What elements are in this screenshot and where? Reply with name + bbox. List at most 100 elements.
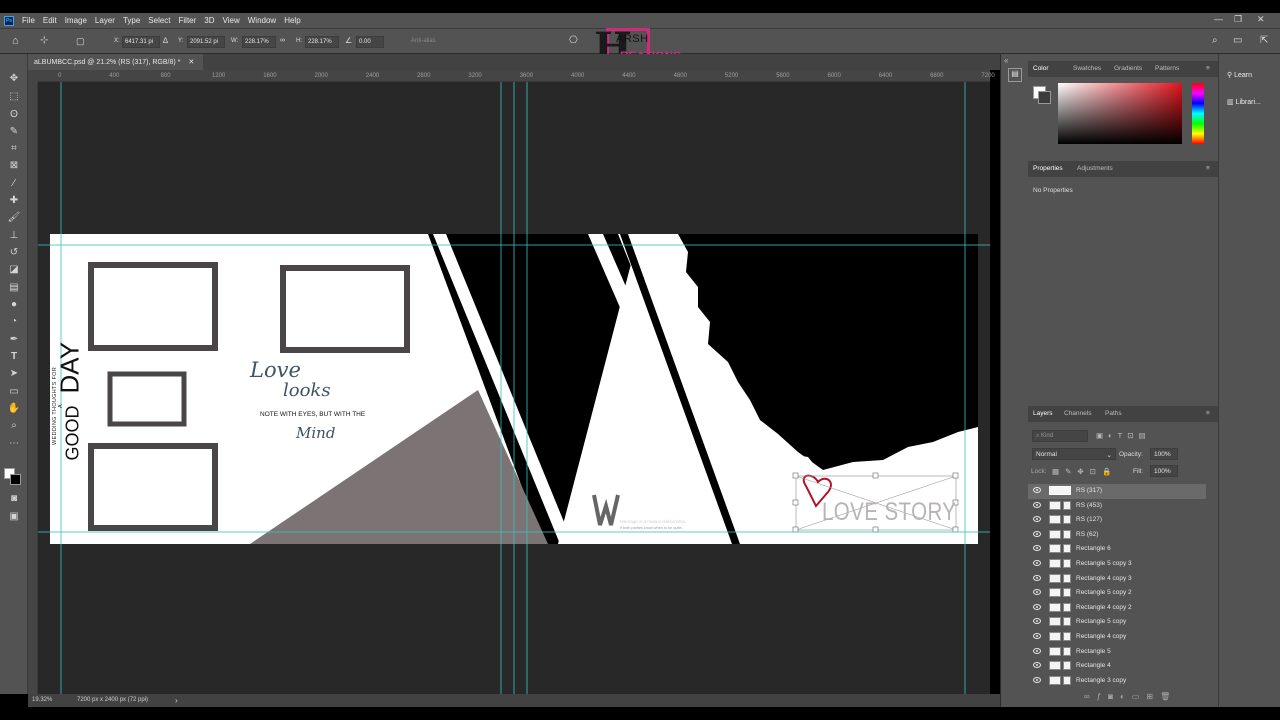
tab-color[interactable]: Color xyxy=(1033,65,1049,72)
horizontal-ruler[interactable]: 0 400 800 1200 1600 2000 2400 2800 3200 3600 4000 4… xyxy=(38,70,995,82)
tab-patterns[interactable]: Patterns xyxy=(1155,65,1179,72)
menu-help[interactable]: Help xyxy=(284,16,300,25)
document-tab[interactable]: aLBUMBCC.psd @ 21.2% (RS (317), RGB/8) *… xyxy=(28,54,203,70)
tab-swatches[interactable]: Swatches xyxy=(1073,65,1101,72)
color-bg-swatch[interactable] xyxy=(1038,91,1051,104)
menu-view[interactable]: View xyxy=(223,16,240,25)
layer-row[interactable]: Rectangle 5 xyxy=(1028,645,1206,660)
libraries-panel-button[interactable]: ▥ Librari... xyxy=(1227,98,1261,106)
layer-row[interactable]: RS (62) xyxy=(1028,528,1206,543)
visibility-eye-icon[interactable] xyxy=(1033,516,1041,523)
visibility-eye-icon[interactable] xyxy=(1033,633,1041,639)
tab-paths[interactable]: Paths xyxy=(1105,410,1122,417)
collapse-arrows-icon[interactable]: « xyxy=(1004,56,1008,65)
layer-row[interactable]: Rectangle 5 copy 3 xyxy=(1028,557,1206,572)
color-field[interactable] xyxy=(1058,83,1182,144)
crop-tool-icon[interactable]: ⌗ xyxy=(6,142,22,156)
warp-icon[interactable]: ⎔ xyxy=(569,35,578,46)
share-icon[interactable]: ⇱ xyxy=(1260,35,1268,46)
pen-tool-icon[interactable]: ✒ xyxy=(6,333,22,347)
history-panel-icon[interactable]: ▤ xyxy=(1008,68,1022,82)
panel-menu-icon[interactable]: ≡ xyxy=(1206,165,1210,172)
status-arrow-icon[interactable]: › xyxy=(175,696,178,705)
vertical-ruler[interactable] xyxy=(28,82,38,694)
close-tab-icon[interactable]: ✕ xyxy=(188,59,194,66)
quick-select-tool-icon[interactable]: ✎ xyxy=(6,125,22,139)
hue-slider[interactable] xyxy=(1192,83,1204,144)
visibility-eye-icon[interactable] xyxy=(1033,618,1041,625)
panel-menu-icon[interactable]: ≡ xyxy=(1206,65,1210,72)
marquee-tool-icon[interactable]: ⬚ xyxy=(6,90,22,104)
eraser-tool-icon[interactable]: ◪ xyxy=(6,263,22,277)
layer-row[interactable]: Rectangle 6 xyxy=(1028,542,1206,557)
minimize-button[interactable]: — xyxy=(1214,14,1223,24)
y-position-field[interactable]: 2091.52 pi xyxy=(187,36,225,48)
antialias-option[interactable]: Anti-alias xyxy=(411,38,436,44)
menu-layer[interactable]: Layer xyxy=(95,16,115,25)
eyedropper-tool-icon[interactable]: ⁄ xyxy=(6,177,22,191)
home-icon[interactable]: ⌂ xyxy=(12,35,19,47)
healing-tool-icon[interactable]: ✚ xyxy=(6,194,22,208)
visibility-eye-icon[interactable] xyxy=(1033,574,1041,581)
menu-filter[interactable]: Filter xyxy=(179,16,197,25)
brush-tool-icon[interactable]: 🖌 xyxy=(6,211,22,225)
maximize-button[interactable]: ❐ xyxy=(1234,14,1242,25)
layer-row[interactable]: Rectangle 4 xyxy=(1028,659,1206,674)
visibility-eye-icon[interactable] xyxy=(1033,545,1041,552)
menu-select[interactable]: Select xyxy=(148,16,170,25)
layer-row[interactable]: Rectangle 3 copy xyxy=(1028,674,1206,689)
layer-row[interactable]: Rectangle 4 copy xyxy=(1028,630,1206,645)
visibility-eye-icon[interactable] xyxy=(1033,647,1041,654)
workspace-icon[interactable]: ▭ xyxy=(1233,35,1242,46)
canvas-area[interactable]: WEDDING THOUGHTS FOR A GOOD DAY Love loo… xyxy=(38,82,990,694)
layer-row[interactable]: Rectangle 5 copy xyxy=(1028,615,1206,630)
type-tool-icon[interactable]: T xyxy=(6,350,22,364)
angle-field[interactable]: 0.00 xyxy=(356,36,384,48)
background-color-swatch[interactable] xyxy=(10,474,21,485)
link-icon[interactable]: ∞ xyxy=(280,37,285,44)
width-field[interactable]: 228.17% xyxy=(242,36,276,48)
tab-channels[interactable]: Channels xyxy=(1064,410,1091,417)
reference-point-icon[interactable]: ▢ xyxy=(76,36,85,47)
layer-row[interactable]: RS (317) xyxy=(1028,484,1206,499)
tab-gradients[interactable]: Gradients xyxy=(1114,65,1142,72)
path-select-tool-icon[interactable]: ➤ xyxy=(6,367,22,381)
screen-mode-icon[interactable]: ▣ xyxy=(6,510,22,524)
opacity-field[interactable]: 100% xyxy=(1150,448,1178,460)
layer-row[interactable]: Rectangle 4 copy 2 xyxy=(1028,601,1206,616)
quick-mask-icon[interactable]: ◙ xyxy=(6,492,22,506)
menu-window[interactable]: Window xyxy=(248,16,276,25)
visibility-eye-icon[interactable] xyxy=(1033,603,1041,610)
layers-footer-icons[interactable]: ∞ƒ◙◐▭⊞🗑 xyxy=(1084,692,1177,701)
photoshop-logo[interactable]: Ps xyxy=(4,15,14,26)
lock-icons[interactable]: ▦✎✥⊡🔒 xyxy=(1052,467,1117,476)
visibility-eye-icon[interactable] xyxy=(1033,501,1041,508)
visibility-eye-icon[interactable] xyxy=(1033,676,1041,683)
hand-tool-icon[interactable]: ✋ xyxy=(6,402,22,416)
blur-tool-icon[interactable]: ● xyxy=(6,298,22,312)
dodge-tool-icon[interactable]: ◔ xyxy=(6,315,22,329)
menu-type[interactable]: Type xyxy=(123,16,140,25)
menu-edit[interactable]: Edit xyxy=(43,16,57,25)
learn-panel-button[interactable]: ⚲ Learn xyxy=(1227,71,1252,79)
visibility-eye-icon[interactable] xyxy=(1033,487,1041,493)
panel-menu-icon[interactable]: ≡ xyxy=(1206,410,1210,417)
close-button[interactable]: ✕ xyxy=(1257,14,1265,25)
edit-toolbar-icon[interactable]: ⋯ xyxy=(6,437,22,451)
search-icon[interactable]: ⌕ xyxy=(1212,35,1218,46)
layer-row[interactable]: Rectangle 4 copy 3 xyxy=(1028,572,1206,587)
move-tool-icon[interactable]: ✥ xyxy=(6,72,22,86)
tab-properties[interactable]: Properties xyxy=(1033,165,1063,172)
fill-field[interactable]: 100% xyxy=(1150,465,1178,477)
frame-tool-icon[interactable]: ⊠ xyxy=(6,159,22,173)
visibility-eye-icon[interactable] xyxy=(1033,530,1041,537)
layer-row[interactable]: RS (127) xyxy=(1028,513,1206,528)
history-brush-icon[interactable]: ↺ xyxy=(6,246,22,260)
height-field[interactable]: 228.17% xyxy=(305,36,339,48)
visibility-eye-icon[interactable] xyxy=(1033,662,1041,669)
layer-filter-icons[interactable]: ▣◐T⊡▤ xyxy=(1096,431,1151,440)
tab-layers[interactable]: Layers xyxy=(1033,410,1053,417)
shape-tool-icon[interactable]: ▭ xyxy=(6,385,22,399)
zoom-level[interactable]: 19.32% xyxy=(32,697,52,703)
menu-3d[interactable]: 3D xyxy=(204,16,214,25)
